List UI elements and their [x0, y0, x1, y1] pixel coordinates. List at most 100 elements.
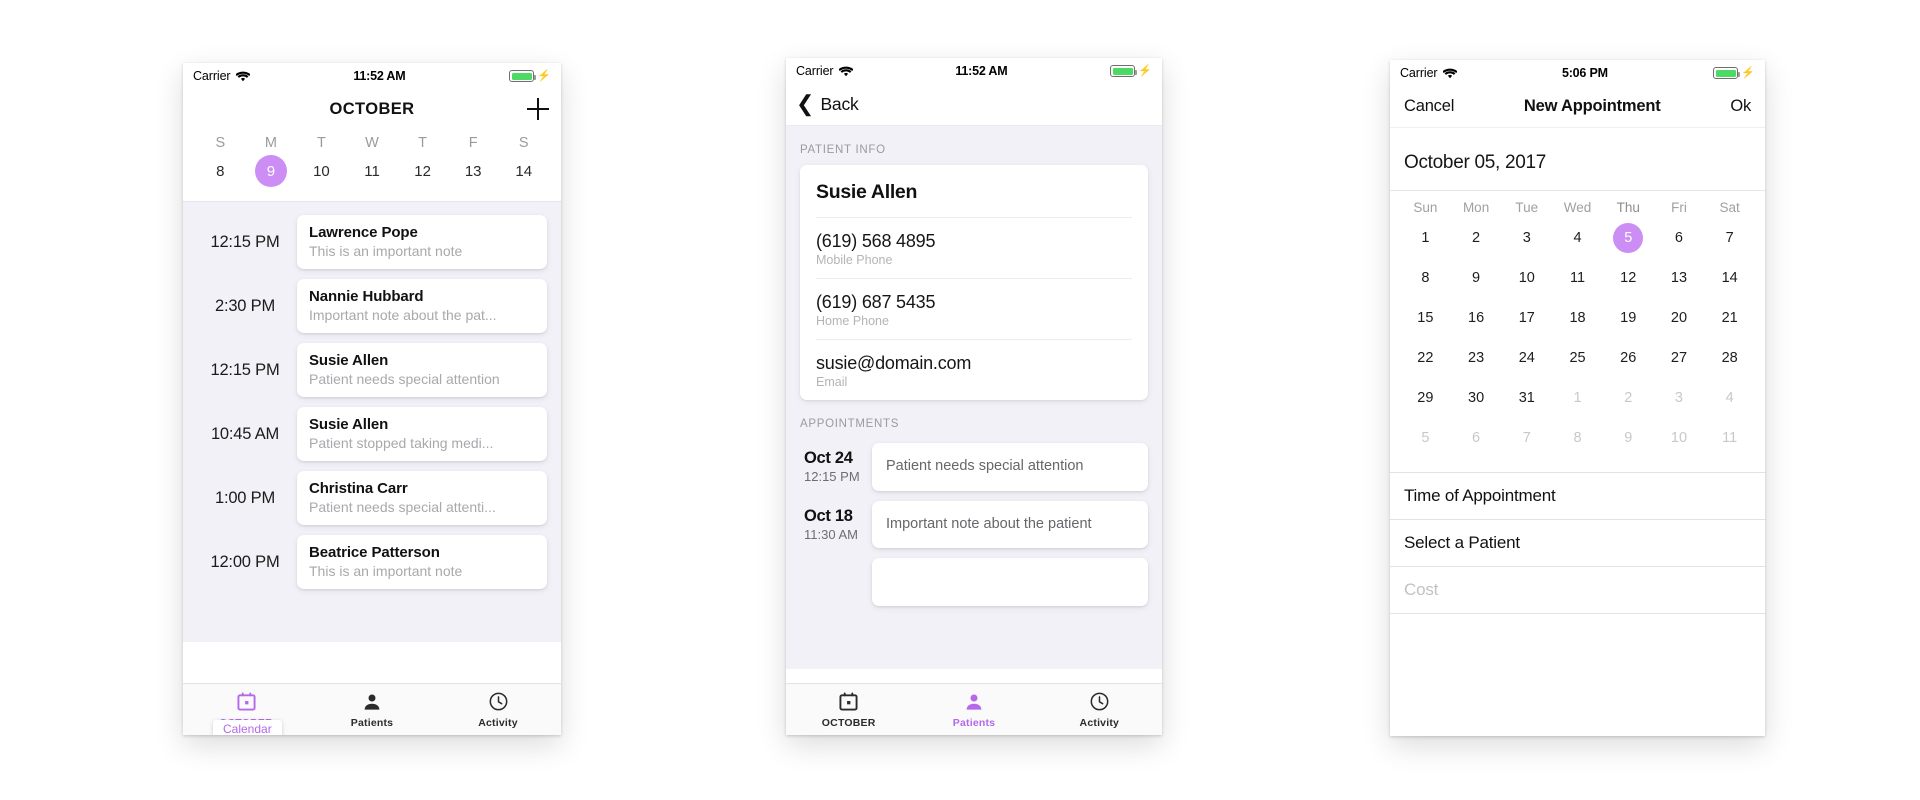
back-button[interactable]: ❮ Back — [796, 90, 859, 116]
calendar-day-cell[interactable]: 7 — [1715, 223, 1745, 253]
mobile-phone-row[interactable]: (619) 568 4895 Mobile Phone — [816, 217, 1132, 278]
calendar-day-cell[interactable]: 11 — [1563, 263, 1593, 293]
calendar-day-cell[interactable]: 6 — [1664, 223, 1694, 253]
calendar-grid[interactable]: 1 2 3 4 5 6 7 8 9 10 11 12 13 14 15 16 1… — [1390, 218, 1765, 462]
calendar-day-cell[interactable]: 3 — [1512, 223, 1542, 253]
time-of-appointment-field[interactable]: Time of Appointment — [1390, 473, 1765, 520]
list-item[interactable]: 12:15 PM Lawrence Pope This is an import… — [183, 210, 561, 274]
calendar-day-cell[interactable]: 30 — [1461, 383, 1491, 413]
calendar-day-cell[interactable]: 15 — [1410, 303, 1440, 333]
weekday-header-row: S M T W T F S — [183, 129, 561, 153]
calendar-day-cell[interactable]: 24 — [1512, 343, 1542, 373]
week-day-cell[interactable]: 13 — [457, 155, 489, 187]
calendar-day-cell[interactable]: 18 — [1563, 303, 1593, 333]
field-label: Home Phone — [816, 314, 889, 328]
appointment-card[interactable]: Beatrice Patterson This is an important … — [297, 535, 547, 589]
list-item[interactable]: 2:30 PM Nannie Hubbard Important note ab… — [183, 274, 561, 338]
patient-name: Susie Allen — [309, 416, 389, 433]
tab-calendar[interactable]: OCTOBER — [786, 691, 911, 729]
appointment-card[interactable]: Lawrence Pope This is an important note — [297, 215, 547, 269]
calendar-day-cell-other-month[interactable]: 10 — [1664, 423, 1694, 453]
calendar-week-row: 15 16 17 18 19 20 21 — [1400, 298, 1755, 338]
tab-patients[interactable]: Patients — [911, 691, 1036, 729]
tab-activity[interactable]: Activity — [435, 691, 561, 729]
calendar-day-cell[interactable]: 29 — [1410, 383, 1440, 413]
section-header-appointments: APPOINTMENTS — [800, 418, 900, 430]
calendar-day-cell[interactable]: 28 — [1715, 343, 1745, 373]
list-item[interactable]: 10:45 AM Susie Allen Patient stopped tak… — [183, 402, 561, 466]
patient-detail-body[interactable]: PATIENT INFO Susie Allen (619) 568 4895 … — [786, 126, 1162, 669]
cost-input[interactable]: Cost — [1390, 567, 1765, 614]
week-day-cell-selected[interactable]: 9 — [254, 155, 287, 187]
week-day-cell[interactable]: 14 — [508, 155, 540, 187]
week-day-cell[interactable]: 11 — [356, 155, 388, 187]
tab-activity[interactable]: Activity — [1037, 691, 1162, 729]
appointment-card[interactable]: Christina Carr Patient needs special att… — [297, 471, 547, 525]
appointment-note[interactable]: Patient needs special attention — [872, 443, 1148, 491]
calendar-day-cell[interactable]: 1 — [1410, 223, 1440, 253]
list-item[interactable]: 12:15 PM Susie Allen Patient needs speci… — [183, 338, 561, 402]
tab-patients[interactable]: Patients — [309, 691, 435, 729]
calendar-day-cell-other-month[interactable]: 4 — [1715, 383, 1745, 413]
calendar-day-cell[interactable]: 9 — [1461, 263, 1491, 293]
plus-icon[interactable] — [527, 98, 549, 120]
appointment-note[interactable]: Important note about the patient — [872, 500, 1148, 549]
calendar-day-cell[interactable]: 8 — [1410, 263, 1440, 293]
appointment-card[interactable]: Susie Allen Patient needs special attent… — [297, 343, 547, 397]
calendar-day-cell-other-month[interactable]: 5 — [1410, 423, 1440, 453]
calendar-day-cell[interactable]: 23 — [1461, 343, 1491, 373]
calendar-day-cell[interactable]: 27 — [1664, 343, 1694, 373]
calendar-day-cell[interactable]: 17 — [1512, 303, 1542, 333]
calendar-day-cell[interactable]: 31 — [1512, 383, 1542, 413]
calendar-day-cell-other-month[interactable]: 3 — [1664, 383, 1694, 413]
appointment-note[interactable] — [872, 558, 1148, 606]
back-label: Back — [820, 94, 859, 114]
calendar-day-cell-other-month[interactable]: 2 — [1613, 383, 1643, 413]
appointment-note: Important note about the pat... — [309, 307, 497, 323]
email-row[interactable]: susie@domain.com Email — [816, 339, 1132, 400]
appointment-time: 1:00 PM — [214, 488, 276, 507]
calendar-day-cell-selected[interactable]: 5 — [1613, 223, 1644, 253]
calendar-day-cell[interactable]: 13 — [1664, 263, 1694, 293]
select-a-patient-field[interactable]: Select a Patient — [1390, 520, 1765, 567]
cancel-button[interactable]: Cancel — [1404, 97, 1454, 116]
week-day-cell[interactable]: 12 — [407, 155, 439, 187]
calendar-day-cell-other-month[interactable]: 8 — [1563, 423, 1593, 453]
list-item[interactable]: 12:00 PM Beatrice Patterson This is an i… — [183, 530, 561, 594]
calendar-day-cell[interactable]: 22 — [1410, 343, 1440, 373]
calendar-day-cell[interactable]: 26 — [1613, 343, 1643, 373]
list-item[interactable]: 1:00 PM Christina Carr Patient needs spe… — [183, 466, 561, 530]
list-item[interactable]: Oct 24 12:15 PM Patient needs special at… — [786, 439, 1162, 497]
calendar-day-cell[interactable]: 14 — [1715, 263, 1745, 293]
calendar-day-cell[interactable]: 10 — [1512, 263, 1542, 293]
calendar-day-cell[interactable]: 16 — [1461, 303, 1491, 333]
person-icon — [965, 691, 983, 713]
appointment-card[interactable]: Susie Allen Patient stopped taking medi.… — [297, 407, 547, 461]
appointment-card[interactable]: Nannie Hubbard Important note about the … — [297, 279, 547, 333]
home-phone-row[interactable]: (619) 687 5435 Home Phone — [816, 278, 1132, 339]
appointment-date: Oct 24 — [804, 449, 853, 468]
calendar-day-cell-other-month[interactable]: 9 — [1613, 423, 1643, 453]
calendar-day-cell-other-month[interactable]: 1 — [1563, 383, 1593, 413]
list-item[interactable]: Oct 18 11:30 AM Important note about the… — [786, 497, 1162, 555]
chevron-left-icon: ❮ — [796, 90, 815, 116]
calendar-day-cell-other-month[interactable]: 11 — [1715, 423, 1745, 453]
patient-name: Nannie Hubbard — [309, 288, 424, 305]
calendar-day-cell-other-month[interactable]: 6 — [1461, 423, 1491, 453]
appointment-date-block: Oct 24 12:15 PM — [800, 449, 872, 484]
calendar-day-cell-other-month[interactable]: 7 — [1512, 423, 1542, 453]
calendar-day-cell[interactable]: 25 — [1563, 343, 1593, 373]
appointment-list[interactable]: 12:15 PM Lawrence Pope This is an import… — [183, 201, 561, 642]
calendar-day-cell[interactable]: 2 — [1461, 223, 1491, 253]
week-day-cell[interactable]: 10 — [305, 155, 337, 187]
patient-name: Susie Allen — [309, 352, 389, 369]
calendar-day-cell[interactable]: 20 — [1664, 303, 1694, 333]
calendar-day-cell[interactable]: 12 — [1613, 263, 1643, 293]
calendar-day-cell[interactable]: 4 — [1563, 223, 1593, 253]
calendar-day-cell[interactable]: 21 — [1715, 303, 1745, 333]
ok-button[interactable]: Ok — [1730, 97, 1751, 116]
list-item-partial[interactable] — [786, 554, 1162, 612]
week-day-cell[interactable]: 8 — [204, 155, 236, 187]
calendar-day-cell[interactable]: 19 — [1613, 303, 1643, 333]
weekday-label: Thu — [1616, 200, 1640, 215]
